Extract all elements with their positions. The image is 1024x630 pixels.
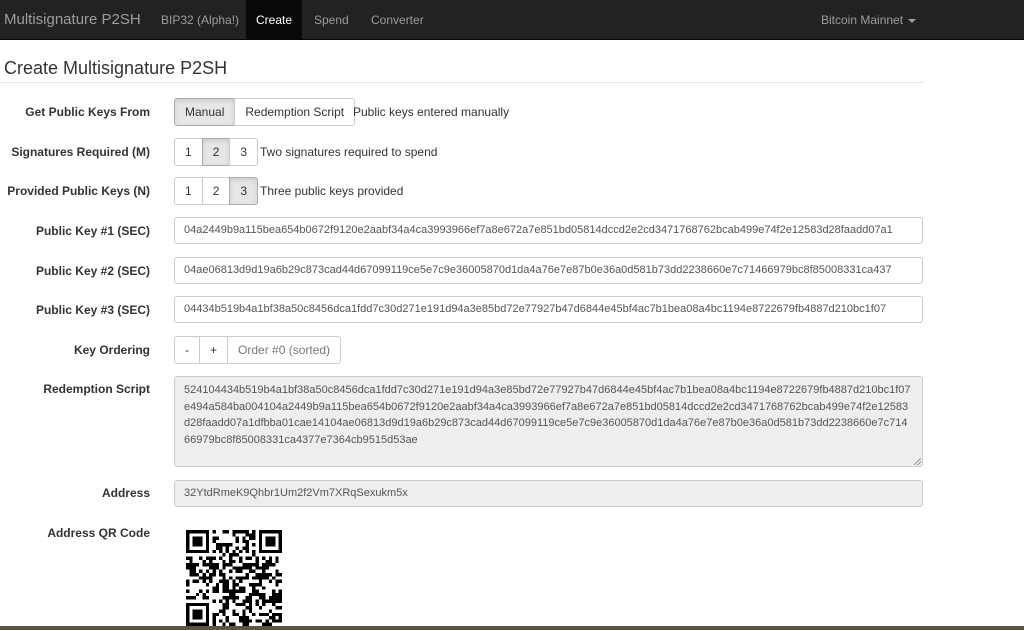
address-label: Address xyxy=(101,486,150,500)
resize-grip-icon[interactable] xyxy=(914,458,921,465)
signatures-3-button[interactable]: 3 xyxy=(229,138,259,166)
nav-spend[interactable]: Spend xyxy=(304,0,359,40)
provided-keys-1-button[interactable]: 1 xyxy=(174,177,203,205)
pubkey-1-input[interactable]: 04a2449b9a115bea654b0672f9120e2aabf34a4c… xyxy=(174,217,923,244)
provided-keys-3-button[interactable]: 3 xyxy=(229,177,259,205)
get-keys-label: Get Public Keys From xyxy=(25,105,150,119)
redemption-script-label: Redemption Script xyxy=(43,382,150,396)
qr-modules xyxy=(186,530,282,626)
provided-keys-2-button[interactable]: 2 xyxy=(201,177,231,205)
signatures-help: Two signatures required to spend xyxy=(260,145,438,159)
provided-keys-label: Provided Public Keys (N) xyxy=(7,184,150,198)
pubkey-2-label: Public Key #2 (SEC) xyxy=(35,264,150,278)
signatures-2-button[interactable]: 2 xyxy=(201,138,231,166)
redemption-script-value: 524104434b519b4a1bf38a50c8456dca1fdd7c30… xyxy=(184,384,911,446)
navbar: Multisignature P2SH BIP32 (Alpha!) Creat… xyxy=(0,0,1024,40)
bottom-edge xyxy=(0,626,1024,630)
qr-code-icon xyxy=(186,530,282,626)
nav-bip32[interactable]: BIP32 (Alpha!) xyxy=(151,0,249,40)
signatures-label: Signatures Required (M) xyxy=(11,145,150,159)
brand-link[interactable]: Multisignature P2SH xyxy=(4,0,141,40)
page-title: Create Multisignature P2SH xyxy=(4,58,228,78)
order-increment-button[interactable]: + xyxy=(199,336,229,364)
get-keys-help: Public keys entered manually xyxy=(353,105,510,119)
network-label: Bitcoin Mainnet xyxy=(821,13,904,27)
manual-button[interactable]: Manual xyxy=(174,98,236,126)
pubkey-2-input[interactable]: 04ae06813d9d19a6b29c873cad44d67099119ce5… xyxy=(174,257,923,284)
pubkey-3-input[interactable]: 04434b519b4a1bf38a50c8456dca1fdd7c30d271… xyxy=(174,296,923,323)
redemption-script-button[interactable]: Redemption Script xyxy=(234,98,356,126)
order-decrement-button[interactable]: - xyxy=(174,336,200,364)
address-field[interactable]: 32YtdRmeK9Qhbr1Um2f2Vm7XRqSexukm5x xyxy=(174,480,923,507)
nav-converter[interactable]: Converter xyxy=(361,0,434,40)
title-divider xyxy=(0,82,924,83)
pubkey-1-label: Public Key #1 (SEC) xyxy=(35,224,150,238)
caret-down-icon xyxy=(908,18,917,23)
provided-keys-toggle: 1 2 3 xyxy=(174,177,259,205)
provided-keys-help: Three public keys provided xyxy=(260,184,404,198)
order-display: Order #0 (sorted) xyxy=(227,336,342,364)
pubkey-3-label: Public Key #3 (SEC) xyxy=(35,303,150,317)
get-keys-toggle: Manual Redemption Script xyxy=(174,98,356,126)
signatures-toggle: 1 2 3 xyxy=(174,138,259,166)
nav-create[interactable]: Create xyxy=(246,0,303,40)
key-ordering-label: Key Ordering xyxy=(73,343,150,357)
network-dropdown[interactable]: Bitcoin Mainnet xyxy=(811,0,926,40)
qr-label: Address QR Code xyxy=(47,526,150,540)
key-ordering-group: - + Order #0 (sorted) xyxy=(174,336,342,364)
redemption-script-textarea[interactable]: 524104434b519b4a1bf38a50c8456dca1fdd7c30… xyxy=(174,376,923,467)
signatures-1-button[interactable]: 1 xyxy=(174,138,203,166)
